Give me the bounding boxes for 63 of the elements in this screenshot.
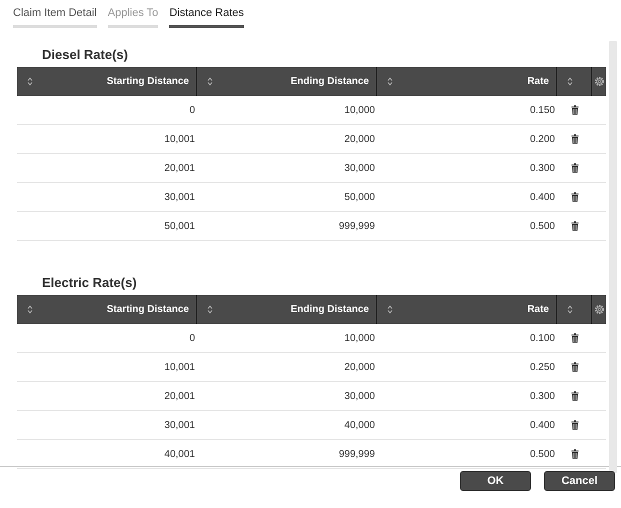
- trash-icon[interactable]: [571, 192, 579, 202]
- table-cell: 0.500: [530, 220, 555, 232]
- tab[interactable]: Claim Item Detail: [13, 6, 97, 28]
- table-cell: 20,001: [164, 162, 195, 174]
- table-cell: 0.300: [530, 162, 555, 174]
- sort-icon[interactable]: [27, 77, 33, 86]
- table-cell: 0.150: [530, 104, 555, 116]
- settings-icon[interactable]: [594, 304, 605, 315]
- table-cell: 10,001: [164, 362, 195, 372]
- table-cell: 50,001: [164, 220, 195, 232]
- table-cell: 999,999: [338, 220, 375, 232]
- column-header[interactable]: Ending Distance: [290, 76, 369, 87]
- trash-icon[interactable]: [571, 105, 579, 115]
- table-cell: 10,000: [344, 332, 375, 344]
- trash-icon[interactable]: [571, 391, 579, 401]
- table-cell: 50,000: [344, 192, 375, 202]
- table-cell: 30,001: [164, 192, 195, 202]
- table-cell: 10,001: [164, 134, 195, 144]
- sort-icon[interactable]: [387, 77, 393, 86]
- scrollbar-thumb[interactable]: [609, 41, 617, 473]
- table-cell: 10,000: [344, 104, 375, 116]
- table-cell: 40,000: [344, 420, 375, 430]
- table-cell: 0.200: [530, 134, 555, 144]
- table-cell: 30,000: [344, 162, 375, 174]
- section-title: Diesel Rate(s): [41, 46, 129, 64]
- column-header[interactable]: Starting Distance: [106, 76, 189, 87]
- settings-icon[interactable]: [594, 76, 605, 87]
- table-cell: 30,001: [164, 420, 195, 430]
- trash-icon[interactable]: [571, 420, 579, 430]
- trash-icon[interactable]: [571, 362, 579, 372]
- table-cell: 0: [189, 104, 195, 116]
- cancel-button[interactable]: Cancel: [544, 471, 615, 491]
- table-cell: 0: [189, 332, 195, 344]
- column-header[interactable]: Starting Distance: [106, 304, 189, 315]
- table-cell: 0.250: [530, 362, 555, 372]
- sort-icon[interactable]: [207, 305, 213, 314]
- table-cell: 20,001: [164, 390, 195, 402]
- table-cell: 40,001: [164, 448, 195, 460]
- sort-icon[interactable]: [387, 305, 393, 314]
- trash-icon[interactable]: [571, 163, 579, 173]
- section-title: Electric Rate(s): [41, 274, 138, 292]
- sort-icon[interactable]: [567, 77, 573, 86]
- sort-icon[interactable]: [567, 305, 573, 314]
- table-cell: 30,000: [344, 390, 375, 402]
- tab[interactable]: Distance Rates: [169, 6, 244, 28]
- sort-icon[interactable]: [27, 305, 33, 314]
- table-cell: 20,000: [344, 362, 375, 372]
- table-cell: 20,000: [344, 134, 375, 144]
- ok-button[interactable]: OK: [460, 471, 531, 491]
- table-cell: 0.100: [530, 332, 555, 344]
- column-header[interactable]: Ending Distance: [290, 304, 369, 315]
- trash-icon[interactable]: [571, 221, 579, 231]
- table-cell: 0.500: [530, 448, 555, 460]
- trash-icon[interactable]: [571, 333, 579, 343]
- sort-icon[interactable]: [207, 77, 213, 86]
- table-cell: 0.400: [530, 420, 555, 430]
- table-cell: 999,999: [338, 448, 375, 460]
- table-cell: 0.300: [530, 390, 555, 402]
- trash-icon[interactable]: [571, 449, 579, 459]
- column-header[interactable]: Rate: [527, 76, 549, 87]
- table-cell: 0.400: [530, 192, 555, 202]
- column-header[interactable]: Rate: [527, 304, 549, 315]
- trash-icon[interactable]: [571, 134, 579, 144]
